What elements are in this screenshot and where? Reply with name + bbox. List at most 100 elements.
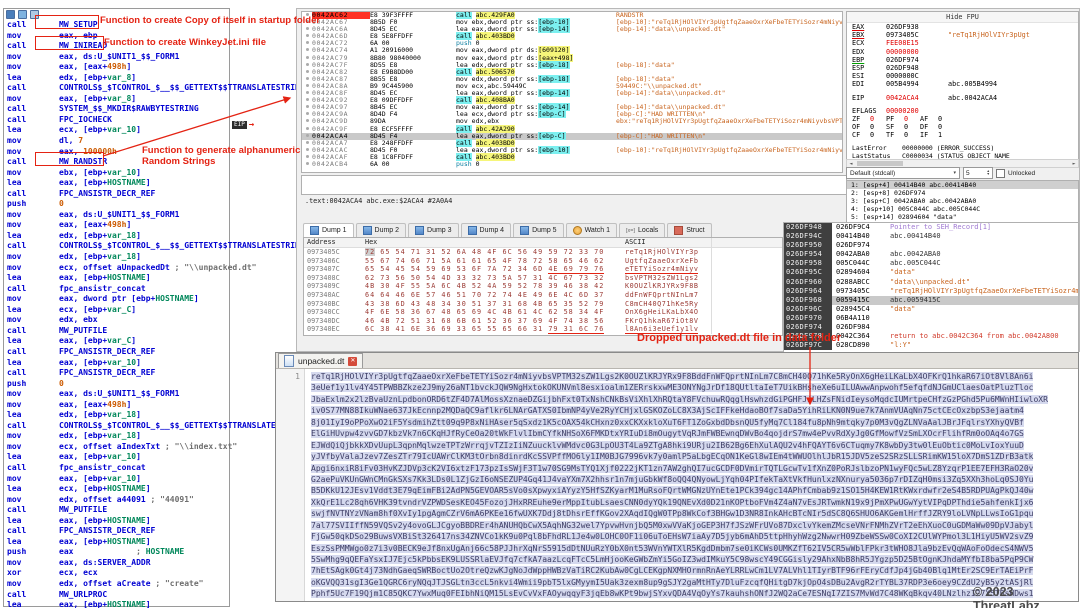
breakpoint-dot[interactable] — [302, 161, 312, 168]
register-row[interactable]: EBX0973405C"reTq1RjHOlVIYr3pUgt — [847, 31, 1078, 39]
spinner-arrows-icon[interactable]: ▲▼ — [987, 170, 990, 177]
tab-dump-3[interactable]: Dump 3 — [408, 223, 459, 237]
dump-row[interactable]: 0973409C4B 30 4F 55 5A 6C 4B 52 4A 59 52… — [304, 282, 782, 291]
tab-label: Locals — [638, 227, 658, 234]
breakpoint-dot[interactable] — [302, 40, 312, 47]
register-row[interactable]: EFLAGS00000200 — [847, 107, 1078, 115]
scrollbar-thumb[interactable] — [857, 161, 903, 166]
register-row[interactable]: ESI0000000C — [847, 72, 1078, 80]
arguments-pane[interactable]: 1: [esp+4] 00414B40 abc.00414B402: [esp+… — [846, 180, 1079, 223]
stack-row[interactable]: 026DF95C02894604"data" — [784, 268, 1078, 277]
graph-view-icon[interactable] — [18, 10, 27, 19]
annotation-dropped-file: Dropped unpacked.dt file in data folder — [637, 333, 841, 344]
stack-row[interactable]: 026DF9540042ABA0abc.0042ABA0 — [784, 250, 1078, 259]
ida-line: moveax, ds:U_$UNIT1_$$_FORM1 — [7, 210, 229, 221]
dump-row[interactable]: 097340BC43 38 6D 43 48 34 30 51 37 31 68… — [304, 300, 782, 309]
ida-line: moveax, ds:U_$UNIT1_$$_FORM1 — [7, 52, 229, 63]
breakpoint-dot[interactable] — [302, 33, 312, 40]
stack-row[interactable]: 026DF948026DF9C4Pointer to SEH_Record[1] — [784, 223, 1078, 232]
file-text-line: EJWdQiQjbkkXDvUupL3qpnMqlwzeTPTzWrrqjvTZ… — [311, 440, 1078, 451]
stack-row[interactable]: 026DF96C028945C4"data" — [784, 305, 1078, 314]
breakpoint-dot[interactable] — [302, 111, 312, 118]
breakpoint-dot[interactable] — [302, 47, 312, 54]
ida-line: moveax, ds:U_$UNIT1_$$_FORM1 — [7, 389, 229, 400]
argument-row[interactable]: 4: [esp+10] 005C044C abc.005C044C — [847, 205, 1078, 213]
tab-watch-1[interactable]: Watch 1 — [566, 223, 617, 237]
registers-pane[interactable]: Hide FPU EAX026DF938EBX0973405C"reTq1RjH… — [846, 11, 1079, 161]
breakpoint-dot[interactable] — [302, 76, 312, 83]
breakpoint-dot[interactable] — [302, 147, 312, 154]
ida-line: leaedx, [ebp+var_18] — [7, 231, 229, 242]
tab-dump-4[interactable]: Dump 4 — [461, 223, 512, 237]
breakpoint-dot[interactable] — [302, 104, 312, 111]
breakpoint-dot[interactable] — [302, 154, 312, 161]
disassembly-pane[interactable]: 0042AC62E8 39F3FFFFcall abc.429FA0RANDST… — [301, 11, 843, 173]
layout-icon[interactable] — [30, 10, 39, 19]
register-rows: EAX026DF938EBX0973405C"reTq1RjHOlVIYr3pU… — [847, 23, 1078, 160]
breakpoint-dot[interactable] — [302, 26, 312, 33]
stack-row[interactable]: 026DF9600288ABCC"data\\unpacked.dt" — [784, 278, 1078, 287]
breakpoint-dot[interactable] — [302, 97, 312, 104]
file-text[interactable]: reTq1RjHOlVIYr3pUgtfqZaaeOxrXeFbeTETYiSo… — [305, 369, 1078, 601]
breakpoint-dot[interactable] — [302, 140, 312, 147]
argument-row[interactable]: 2: [esp+8] 026DF974 — [847, 189, 1078, 197]
argument-row[interactable]: 1: [esp+4] 00414B40 abc.00414B40 — [847, 181, 1078, 189]
dump-grid-icon — [363, 226, 372, 235]
dump-row[interactable]: 097340DC46 4B 72 51 31 68 6B 61 52 36 37… — [304, 317, 782, 326]
ida-listing-panel[interactable]: callMW_SETUPmoveax, ebpcallMW_INIREADmov… — [3, 8, 230, 607]
tab-locals[interactable]: [x=]Locals — [619, 223, 665, 237]
unlocked-checkbox[interactable] — [996, 169, 1005, 178]
tab-dump-1[interactable]: Dump 1 — [303, 223, 354, 237]
file-text-line: 8j01IyI9oPPoXwO2iF5YsdmihZtt09q9P8xNiHAs… — [311, 417, 1078, 428]
unlocked-label: Unlocked — [1008, 170, 1035, 177]
tab-dump-5[interactable]: Dump 5 — [513, 223, 564, 237]
stack-row[interactable]: 026DF9680059415Cabc.0059415C — [784, 296, 1078, 305]
eip-arrow-icon: → — [249, 121, 254, 129]
tab-struct[interactable]: Struct — [667, 223, 711, 237]
stack-row[interactable]: 026DF974026DF984 — [784, 323, 1078, 332]
register-row[interactable]: EDX00000000 — [847, 48, 1078, 56]
register-row[interactable]: ECXFEE08E15 — [847, 39, 1078, 47]
dump-row[interactable]: 0973407C65 54 45 54 59 69 53 6F 7A 72 34… — [304, 265, 782, 274]
stack-row[interactable]: 026DF97006B4A110 — [784, 314, 1078, 323]
dump-pane[interactable]: Address Hex ASCII 0973405C72 65 54 71 31… — [303, 237, 783, 336]
register-row[interactable]: EAX026DF938 — [847, 23, 1078, 31]
stack-row[interactable]: 026DF950026DF974 — [784, 241, 1078, 250]
breakpoint-dot[interactable] — [302, 118, 312, 125]
scroll-left-icon[interactable]: ◄ — [847, 161, 855, 167]
ida-line: callMW_URLPROC — [7, 590, 229, 601]
file-content[interactable]: 1 reTq1RjHOlVIYr3pUgtfqZaaeOxrXeFbeTETYi… — [276, 369, 1078, 601]
dump-row[interactable]: 0973406C55 67 74 66 71 5A 61 61 65 4F 78… — [304, 257, 782, 266]
dump-row[interactable]: 097340CC4F 6E 58 36 67 48 65 69 4C 4B 61… — [304, 308, 782, 317]
arg-count-stepper[interactable]: 5 ▲▼ — [963, 167, 993, 179]
stack-row[interactable]: 026DF958005C044Cabc.005C044C — [784, 259, 1078, 268]
argument-row[interactable]: 5: [esp+14] 02894604 "data" — [847, 213, 1078, 221]
breakpoint-dot[interactable] — [302, 55, 312, 62]
breakpoint-dot[interactable] — [302, 83, 312, 90]
disasm-row[interactable]: 0042ACB46A 00push 0 — [302, 161, 842, 168]
register-row[interactable]: EIP0042ACA4abc.0042ACA4 — [847, 94, 1078, 102]
dump-row[interactable]: 097340AC64 64 46 6E 57 46 51 70 72 74 4E… — [304, 291, 782, 300]
tab-dump-2[interactable]: Dump 2 — [356, 223, 407, 237]
dump-row[interactable]: 0973405C72 65 54 71 31 52 6A 48 4F 6C 56… — [304, 248, 782, 257]
scroll-right-icon[interactable]: ► — [1070, 161, 1078, 167]
hide-fpu-button[interactable]: Hide FPU — [847, 12, 1078, 23]
register-row[interactable]: ESP026DF948 — [847, 64, 1078, 72]
stack-row[interactable]: 026DF9640973405C"reTq1RjHOlVIYr3pUgtfqZa… — [784, 287, 1078, 296]
convention-select[interactable]: Default (stdcall) ▾ — [846, 167, 960, 179]
breakpoint-dot[interactable] — [302, 90, 312, 97]
screenshot-root: callMW_SETUPmoveax, ebpcallMW_INIREADmov… — [0, 0, 1080, 608]
register-row[interactable]: EDI005B4994abc.005B4994 — [847, 80, 1078, 88]
dump-row[interactable]: 0973408C62 73 56 50 54 4D 33 32 73 5A 57… — [304, 274, 782, 283]
argument-row[interactable]: 3: [esp+C] 0042ABA0 abc.0042ABA0 — [847, 197, 1078, 205]
breakpoint-dot[interactable] — [302, 62, 312, 69]
breakpoint-dot[interactable] — [302, 126, 312, 133]
breakpoint-dot[interactable] — [302, 133, 312, 140]
close-icon[interactable]: ✕ — [348, 357, 357, 366]
tab-unpacked-dt[interactable]: unpacked.dt ✕ — [278, 353, 363, 368]
stack-row[interactable]: 026DF94C00414B40abc.00414B40 — [784, 232, 1078, 241]
breakpoint-dot[interactable] — [302, 69, 312, 76]
register-row[interactable]: EBP026DF974 — [847, 56, 1078, 64]
list-view-icon[interactable] — [6, 10, 15, 19]
debugger-window: 0042AC62E8 39F3FFFFcall abc.429FA0RANDST… — [296, 8, 1080, 352]
